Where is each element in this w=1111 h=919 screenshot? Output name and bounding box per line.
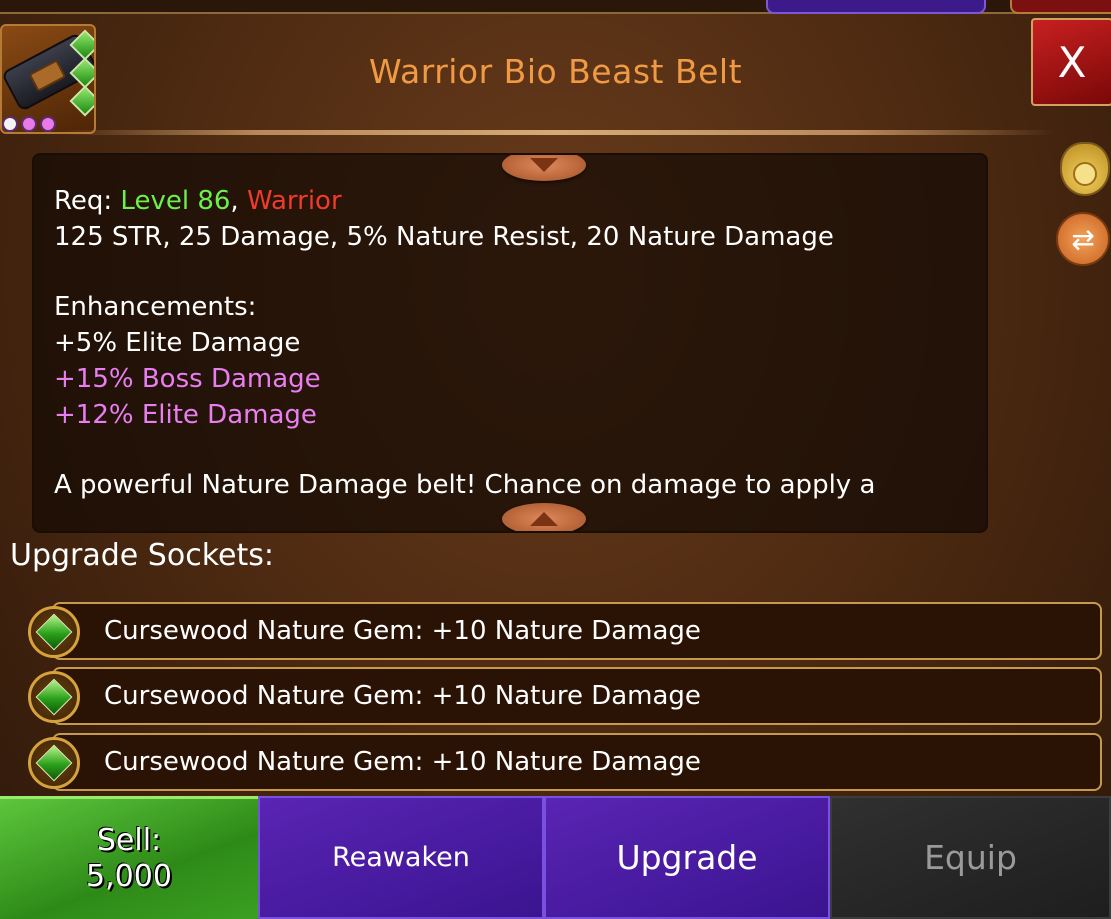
socket-row[interactable]: Cursewood Nature Gem: +10 Nature Damage bbox=[28, 733, 1102, 791]
socket-row[interactable]: Cursewood Nature Gem: +10 Nature Damage bbox=[28, 602, 1102, 660]
tab-fragment-red[interactable] bbox=[1010, 0, 1111, 14]
nature-gem-icon bbox=[28, 606, 80, 658]
enhancements-label: Enhancements: bbox=[54, 292, 257, 322]
socket-row[interactable]: Cursewood Nature Gem: +10 Nature Damage bbox=[28, 667, 1102, 725]
item-header: Warrior Bio Beast Belt X bbox=[0, 14, 1111, 134]
item-title: Warrior Bio Beast Belt bbox=[368, 52, 743, 91]
coin-bag-icon[interactable] bbox=[1060, 142, 1110, 196]
req-label: Req: bbox=[54, 186, 121, 216]
description-panel[interactable]: Req: Level 86, Warrior 125 STR, 25 Damag… bbox=[32, 153, 988, 533]
reawaken-button[interactable]: Reawaken bbox=[258, 796, 544, 919]
rarity-pip bbox=[2, 116, 18, 132]
nature-gem-icon bbox=[28, 737, 80, 789]
req-class: Warrior bbox=[246, 186, 342, 216]
enhancement-item: +15% Boss Damage bbox=[54, 364, 321, 394]
req-separator: , bbox=[230, 186, 247, 216]
stats-line: 125 STR, 25 Damage, 5% Nature Resist, 20… bbox=[54, 222, 834, 252]
nature-gem-icon bbox=[28, 671, 80, 723]
arrow-up-icon bbox=[530, 512, 558, 526]
sell-label: Sell: bbox=[96, 823, 162, 858]
action-bar: Sell: 5,000 Reawaken Upgrade Equip bbox=[0, 796, 1111, 919]
socket-label: Cursewood Nature Gem: +10 Nature Damage bbox=[104, 681, 701, 711]
sell-button[interactable]: Sell: 5,000 bbox=[0, 796, 258, 919]
rarity-pip bbox=[40, 116, 56, 132]
header-divider bbox=[62, 130, 1054, 135]
scroll-down-button[interactable] bbox=[502, 155, 586, 181]
tab-fragment-purple[interactable] bbox=[766, 0, 986, 14]
socket-label: Cursewood Nature Gem: +10 Nature Damage bbox=[104, 616, 701, 646]
req-level: Level 86 bbox=[120, 186, 231, 216]
rarity-pip bbox=[21, 116, 37, 132]
sockets-title: Upgrade Sockets: bbox=[10, 538, 274, 573]
socket-label: Cursewood Nature Gem: +10 Nature Damage bbox=[104, 747, 701, 777]
enhancement-item: +12% Elite Damage bbox=[54, 400, 317, 430]
top-strip bbox=[0, 0, 1111, 14]
description-text: Req: Level 86, Warrior 125 STR, 25 Damag… bbox=[54, 183, 966, 503]
close-button[interactable]: X bbox=[1031, 18, 1111, 106]
rarity-pips bbox=[2, 116, 56, 132]
arrow-down-icon bbox=[530, 158, 558, 172]
scroll-up-button[interactable] bbox=[502, 503, 586, 531]
enhancement-item: +5% Elite Damage bbox=[54, 328, 301, 358]
equip-button[interactable]: Equip bbox=[830, 796, 1111, 919]
upgrade-button[interactable]: Upgrade bbox=[544, 796, 830, 919]
coin-icon bbox=[1073, 162, 1097, 186]
requirement-line: Req: Level 86, Warrior bbox=[54, 183, 966, 219]
swap-icon[interactable]: ⇄ bbox=[1056, 212, 1110, 266]
sell-price: 5,000 bbox=[86, 859, 172, 894]
flavor-text: A powerful Nature Damage belt! Chance on… bbox=[54, 470, 876, 500]
